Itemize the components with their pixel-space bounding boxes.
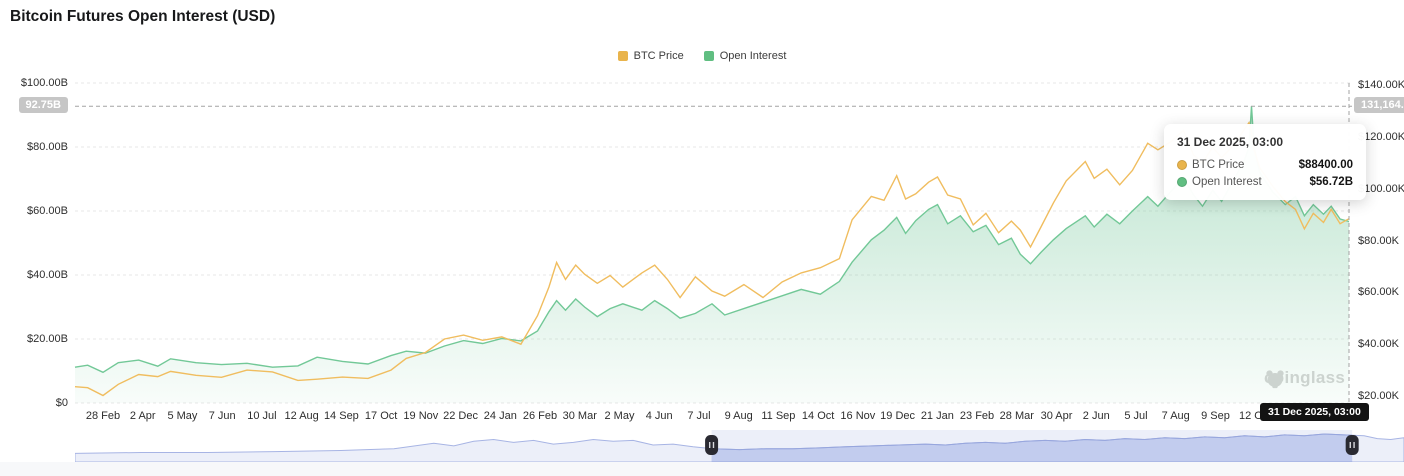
x-axis-tick: 19 Dec — [880, 410, 916, 422]
tooltip-date: 31 Dec 2025, 03:00 — [1177, 135, 1284, 149]
x-axis-tick: 7 Jun — [208, 410, 236, 422]
x-axis-tick: 11 Sep — [761, 410, 796, 422]
x-axis-tick: 7 Jul — [687, 410, 711, 422]
x-axis-tick: 5 May — [167, 410, 198, 422]
x-axis-tick: 16 Nov — [840, 410, 876, 422]
x-axis-tick: 14 Oct — [801, 410, 835, 422]
navigator-lower-strip — [0, 462, 1404, 476]
left-axis-crosshair-badge: 92.75B — [18, 97, 68, 114]
left-axis-tick: $100.00B — [20, 77, 68, 89]
x-axis-tick: 26 Feb — [522, 410, 558, 422]
x-axis-tick: 4 Jun — [645, 410, 673, 422]
x-axis-tick: 10 Jul — [247, 410, 277, 422]
tooltip-series-label: Open Interest — [1192, 176, 1262, 188]
right-axis-tick: $40.00K — [1358, 338, 1399, 351]
x-axis-tick: 30 Apr — [1040, 410, 1073, 422]
x-axis-tick: 7 Aug — [1161, 410, 1190, 422]
tooltip-series-value: $88400.00 — [1298, 159, 1353, 171]
tooltip-series-label: BTC Price — [1192, 159, 1245, 171]
x-axis-tick: 24 Jan — [483, 410, 517, 422]
tooltip-row: BTC Price $88400.00 — [1177, 159, 1353, 171]
x-axis-tick: 2 Jun — [1082, 410, 1110, 422]
main-chart-plot-area[interactable] — [0, 0, 1404, 476]
series-dot-icon — [1177, 160, 1187, 170]
left-axis-tick: $0 — [55, 397, 68, 409]
x-axis-crosshair-badge: 31 Dec 2025, 03:00 — [1260, 403, 1369, 421]
navigator-handle-left[interactable] — [705, 435, 719, 455]
series-dot-icon — [1177, 177, 1187, 187]
x-axis-tick: 5 Jul — [1124, 410, 1148, 422]
left-axis-tick: $60.00B — [27, 205, 68, 217]
x-axis-tick: 2 Apr — [129, 410, 156, 422]
right-axis-tick: $60.00K — [1358, 286, 1399, 299]
watermark: coinglass — [1264, 368, 1345, 389]
x-axis-tick: 2 May — [604, 410, 635, 422]
right-axis-tick: $80.00K — [1358, 234, 1399, 247]
x-axis-tick: 22 Dec — [443, 410, 478, 422]
navigator-handle-right[interactable] — [1345, 435, 1359, 455]
open-interest-area — [75, 106, 1349, 403]
coinglass-chart-widget: { "title": "Bitcoin Futures Open Interes… — [0, 0, 1404, 476]
x-axis-tick: 14 Sep — [323, 410, 359, 422]
x-axis-tick: 9 Sep — [1201, 410, 1230, 422]
x-axis-tick: 9 Aug — [724, 410, 753, 422]
left-axis-tick: $40.00B — [27, 269, 68, 281]
coinglass-bear-logo-icon — [1266, 370, 1284, 389]
tooltip-series-value: $56.72B — [1309, 176, 1353, 188]
x-axis-tick: 23 Feb — [959, 410, 995, 422]
x-axis-tick: 28 Feb — [85, 410, 121, 422]
tooltip-row: Open Interest $56.72B — [1177, 176, 1353, 188]
left-axis-tick: $80.00B — [27, 141, 68, 153]
right-axis-tick: $20.00K — [1358, 390, 1399, 402]
left-axis-tick: $20.00B — [27, 333, 68, 345]
right-axis-tick: $140.00K — [1358, 79, 1404, 91]
right-axis-crosshair-badge: 131,164.74 — [1354, 97, 1404, 114]
tooltip: 31 Dec 2025, 03:00 BTC Price $88400.00 Ope… — [1164, 124, 1366, 200]
x-axis-tick: 12 Aug — [284, 410, 319, 422]
x-axis-tick: 19 Nov — [403, 410, 439, 422]
range-navigator[interactable] — [75, 430, 1404, 462]
x-axis-tick: 17 Oct — [364, 410, 398, 422]
x-axis-tick: 28 Mar — [999, 410, 1034, 422]
x-axis-tick: 30 Mar — [562, 410, 597, 422]
x-axis-tick: 21 Jan — [920, 410, 954, 422]
